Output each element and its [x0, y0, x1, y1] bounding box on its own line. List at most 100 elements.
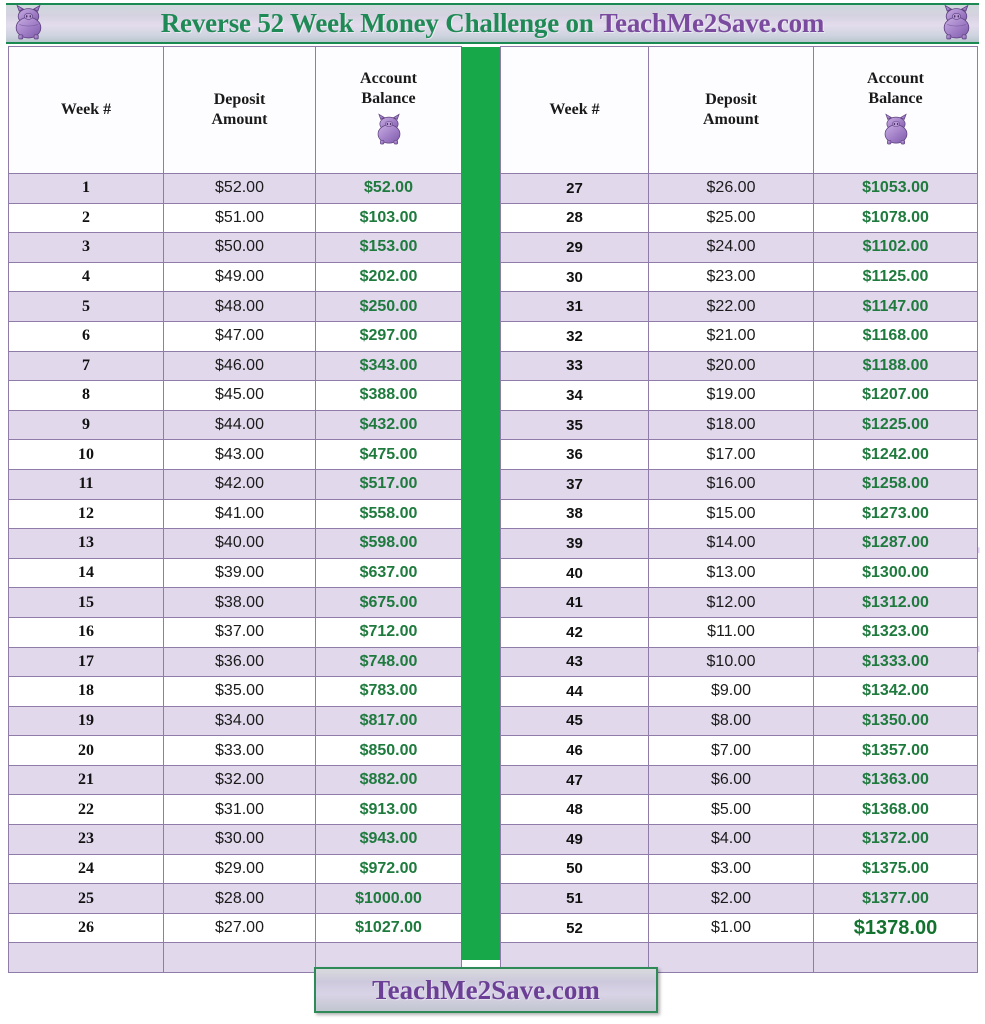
- cell-account-balance: $850.00: [315, 735, 462, 766]
- cell-deposit-amount: $47.00: [163, 320, 316, 352]
- table-row: 1 $52.00 $52.00: [8, 173, 462, 204]
- page-title: Reverse 52 Week Money Challenge on Teach…: [160, 8, 825, 39]
- column-header-balance: Account Balance: [315, 46, 462, 174]
- column-header-week: Week #: [8, 46, 164, 174]
- cell-account-balance: $202.00: [315, 261, 462, 293]
- cell-deposit-amount: $36.00: [163, 646, 316, 678]
- cell-week: 44: [500, 676, 649, 707]
- table-row: 28 $25.00 $1078.00: [500, 202, 978, 234]
- footer-brand-badge[interactable]: TeachMe2Save.com: [314, 967, 658, 1013]
- cell-week: 49: [500, 824, 649, 855]
- cell-deposit-amount: $13.00: [648, 557, 814, 589]
- cell-week: 34: [500, 380, 649, 411]
- table-row: 2 $51.00 $103.00: [8, 202, 462, 234]
- piggy-bank-icon: [943, 4, 970, 40]
- table-row: 7 $46.00 $343.00: [8, 350, 462, 382]
- table-row: 52 $1.00 $1378.00: [500, 912, 978, 944]
- cell-account-balance: $1000.00: [315, 883, 462, 914]
- cell-week: 26: [8, 912, 164, 944]
- cell-account-balance: $103.00: [315, 202, 462, 234]
- cell-deposit-amount: $26.00: [648, 173, 814, 204]
- cell-account-balance: $1225.00: [813, 409, 978, 441]
- cell-account-balance: $1125.00: [813, 261, 978, 293]
- cell-week: 51: [500, 883, 649, 914]
- cell-account-balance: $517.00: [315, 468, 462, 500]
- table-row: 51 $2.00 $1377.00: [500, 883, 978, 914]
- cell-week: 29: [500, 232, 649, 263]
- table-row: 34 $19.00 $1207.00: [500, 380, 978, 411]
- table-row: 39 $14.00 $1287.00: [500, 528, 978, 559]
- cell-deposit-amount: $15.00: [648, 498, 814, 530]
- table-row: 50 $3.00 $1375.00: [500, 853, 978, 885]
- cell-account-balance: $343.00: [315, 350, 462, 382]
- cell-week: 33: [500, 350, 649, 382]
- cell-deposit-amount: $11.00: [648, 616, 814, 648]
- table-row: 22 $31.00 $913.00: [8, 794, 462, 826]
- cell-week: 38: [500, 498, 649, 530]
- cell-empty: [163, 942, 316, 974]
- cell-week: 46: [500, 735, 649, 766]
- table-row: 6 $47.00 $297.00: [8, 320, 462, 352]
- cell-account-balance: $1168.00: [813, 320, 978, 352]
- cell-account-balance: $1078.00: [813, 202, 978, 234]
- cell-deposit-amount: $27.00: [163, 912, 316, 944]
- cell-week: 50: [500, 853, 649, 885]
- footer-brand-label: TeachMe2Save.com: [372, 974, 600, 1005]
- cell-week: 19: [8, 705, 164, 737]
- table-row: 23 $30.00 $943.00: [8, 824, 462, 855]
- table-row: 10 $43.00 $475.00: [8, 439, 462, 470]
- table-row: 26 $27.00 $1027.00: [8, 912, 462, 944]
- cell-week: 1: [8, 173, 164, 204]
- cell-deposit-amount: $16.00: [648, 468, 814, 500]
- cell-account-balance: $972.00: [315, 853, 462, 885]
- cell-week: 18: [8, 676, 164, 707]
- cell-week: 14: [8, 557, 164, 589]
- cell-week: 43: [500, 646, 649, 678]
- cell-account-balance: $1357.00: [813, 735, 978, 766]
- cell-deposit-amount: $38.00: [163, 587, 316, 618]
- table-row: 4 $49.00 $202.00: [8, 261, 462, 293]
- page-title-green: Reverse 52 Week Money Challenge on: [160, 8, 600, 38]
- table-row: 30 $23.00 $1125.00: [500, 261, 978, 293]
- table-row: 47 $6.00 $1363.00: [500, 764, 978, 796]
- cell-account-balance: $432.00: [315, 409, 462, 441]
- table-row: 37 $16.00 $1258.00: [500, 468, 978, 500]
- cell-deposit-amount: $49.00: [163, 261, 316, 293]
- cell-week: 27: [500, 173, 649, 204]
- cell-week: 20: [8, 735, 164, 766]
- piggy-bank-icon: [15, 4, 42, 40]
- table-row: 3 $50.00 $153.00: [8, 232, 462, 263]
- cell-week: 48: [500, 794, 649, 826]
- cell-account-balance: $1377.00: [813, 883, 978, 914]
- cell-account-balance: $1363.00: [813, 764, 978, 796]
- cell-account-balance: $1350.00: [813, 705, 978, 737]
- cell-week: 12: [8, 498, 164, 530]
- cell-week: 9: [8, 409, 164, 441]
- cell-deposit-amount: $8.00: [648, 705, 814, 737]
- cell-account-balance: $52.00: [315, 173, 462, 204]
- cell-deposit-amount: $19.00: [648, 380, 814, 411]
- cell-deposit-amount: $39.00: [163, 557, 316, 589]
- cell-week: 40: [500, 557, 649, 589]
- column-header-balance-line2: Balance: [361, 90, 416, 107]
- cell-deposit-amount: $30.00: [163, 824, 316, 855]
- cell-deposit-amount: $31.00: [163, 794, 316, 826]
- green-divider-column: [461, 47, 500, 960]
- cell-account-balance: $1300.00: [813, 557, 978, 589]
- table-header-row: Week # Deposit Amount Account Balance: [500, 46, 978, 174]
- table-row: 14 $39.00 $637.00: [8, 557, 462, 589]
- cell-deposit-amount: $17.00: [648, 439, 814, 470]
- cell-deposit-amount: $25.00: [648, 202, 814, 234]
- cell-account-balance: $1273.00: [813, 498, 978, 530]
- cell-week: 4: [8, 261, 164, 293]
- table-row: 11 $42.00 $517.00: [8, 468, 462, 500]
- cell-account-balance: $558.00: [315, 498, 462, 530]
- cell-account-balance: $882.00: [315, 764, 462, 796]
- cell-account-balance: $1242.00: [813, 439, 978, 470]
- table-row: 19 $34.00 $817.00: [8, 705, 462, 737]
- column-header-balance-line1: Account: [867, 70, 924, 87]
- cell-week: 31: [500, 291, 649, 322]
- table-row: 25 $28.00 $1000.00: [8, 883, 462, 914]
- cell-account-balance: $1368.00: [813, 794, 978, 826]
- table-row: 41 $12.00 $1312.00: [500, 587, 978, 618]
